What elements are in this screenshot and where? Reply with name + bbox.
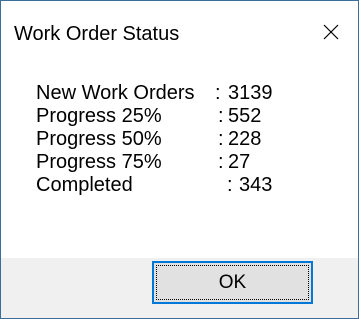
title-bar: Work Order Status: [1, 1, 358, 61]
status-label: Progress 50%: [36, 128, 162, 150]
status-separator: :: [218, 105, 224, 127]
status-label: Progress 75%: [36, 151, 162, 173]
status-separator: :: [218, 151, 224, 173]
status-label: Progress 25%: [36, 105, 162, 127]
status-value: 228: [228, 128, 262, 150]
status-label: New Work Orders: [36, 82, 195, 104]
status-label: Completed: [36, 174, 133, 196]
button-bar: OK: [1, 258, 358, 318]
status-separator: :: [215, 82, 221, 104]
window-title: Work Order Status: [14, 23, 180, 45]
status-value: 552: [228, 105, 262, 127]
close-button[interactable]: [304, 10, 358, 54]
status-value: 3139: [228, 82, 273, 104]
close-icon: [323, 24, 339, 40]
status-separator: :: [218, 128, 224, 150]
status-value: 343: [239, 174, 273, 196]
ok-button[interactable]: OK: [152, 261, 313, 304]
dialog-content: New Work Orders:3139 Progress 25%:552 Pr…: [1, 61, 358, 258]
status-separator: :: [227, 174, 233, 196]
status-value: 27: [228, 151, 251, 173]
work-order-status-dialog: Work Order Status New Work Orders:3139 P…: [0, 0, 359, 319]
